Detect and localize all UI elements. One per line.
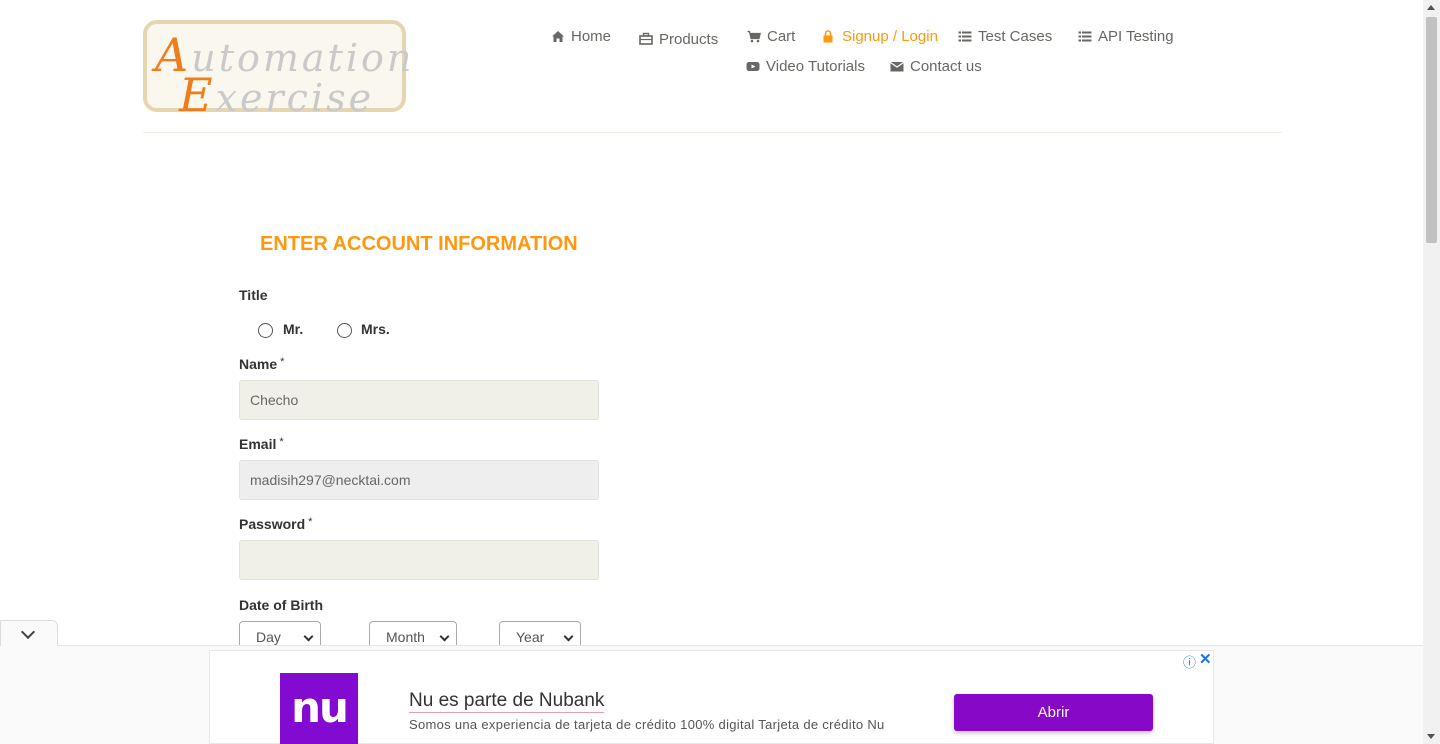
email-input[interactable]: madisih297@necktai.com (239, 460, 599, 500)
chevron-down-icon (563, 631, 574, 642)
ad-collapse-button[interactable] (0, 620, 58, 646)
briefcase-icon (639, 32, 653, 45)
nav-signup-login[interactable]: Signup / Login (822, 28, 938, 45)
title-mrs-radio[interactable] (337, 323, 352, 338)
envelope-icon (890, 62, 904, 72)
chevron-down-icon (439, 631, 450, 642)
title-mrs-label[interactable]: Mrs. (361, 321, 390, 337)
ad-headline[interactable]: Nu es parte de Nubank (409, 690, 605, 713)
name-label: Name * (239, 356, 285, 372)
scroll-down-arrow-icon[interactable] (1427, 734, 1435, 739)
scroll-up-arrow-icon[interactable] (1427, 5, 1435, 10)
youtube-play-icon (746, 62, 760, 71)
title-label: Title (239, 287, 268, 303)
cart-icon (747, 30, 761, 43)
form-title: ENTER ACCOUNT INFORMATION (260, 233, 578, 255)
home-icon (552, 31, 564, 42)
nav-api-testing[interactable]: API Testing (1078, 28, 1174, 45)
nav-video-tutorials[interactable]: Video Tutorials (746, 58, 865, 75)
password-input[interactable] (239, 540, 599, 580)
list-icon (1078, 31, 1092, 42)
ad-nubank-logo[interactable]: nu (280, 673, 358, 744)
email-label: Email * (239, 436, 284, 452)
nav-home[interactable]: Home (551, 28, 611, 45)
nav-test-cases[interactable]: Test Cases (958, 28, 1052, 45)
nav-cart[interactable]: Cart (747, 28, 795, 45)
title-mr-label[interactable]: Mr. (283, 321, 303, 337)
title-mr-radio[interactable] (258, 323, 273, 338)
ad-open-button[interactable]: Abrir (954, 694, 1153, 731)
name-input[interactable]: Checho (239, 380, 599, 420)
site-logo[interactable]: Automation Exercise (143, 20, 411, 122)
ad-info-icon[interactable]: ⓘ (1183, 652, 1196, 671)
chevron-down-icon (303, 631, 314, 642)
lock-icon (823, 30, 833, 43)
list-icon (958, 31, 972, 42)
logo-line-exercise: Exercise (179, 68, 375, 122)
scroll-thumb[interactable] (1426, 17, 1437, 243)
dob-label: Date of Birth (239, 597, 323, 613)
password-label: Password * (239, 516, 313, 532)
nav-products[interactable]: Products (639, 29, 718, 48)
ad-description: Somos una experiencia de tarjeta de créd… (409, 717, 885, 732)
ad-close-icon[interactable]: ✕ (1199, 650, 1212, 668)
chevron-down-icon (20, 624, 36, 640)
header-divider (143, 132, 1282, 133)
vertical-scrollbar[interactable] (1423, 0, 1440, 744)
nav-contact-us[interactable]: Contact us (890, 58, 982, 75)
